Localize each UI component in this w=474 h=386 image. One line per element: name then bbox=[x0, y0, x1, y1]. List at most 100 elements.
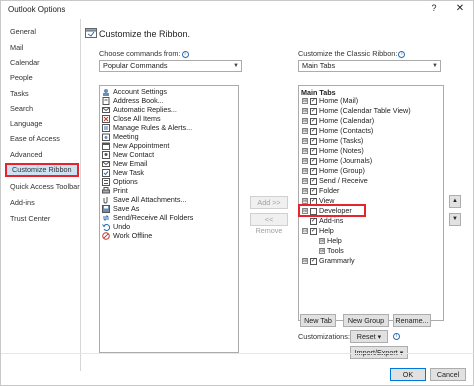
tree-node-send-receive[interactable]: ⊞ ✓ Send / Receive bbox=[302, 176, 368, 186]
help-button[interactable]: ? bbox=[427, 3, 441, 13]
checkbox-checked[interactable]: ✓ bbox=[310, 177, 317, 185]
tree-node-home-journals[interactable]: ⊞ ✓ Home (Journals) bbox=[302, 156, 372, 166]
new-group-button[interactable]: New Group bbox=[343, 314, 389, 327]
sidebar-item-calendar[interactable]: Calendar bbox=[3, 56, 79, 70]
expand-icon[interactable]: ⊞ bbox=[319, 238, 325, 245]
info-icon: i bbox=[393, 333, 400, 340]
tree-node-add-ins[interactable]: ✓ Add-ins bbox=[310, 216, 343, 226]
sidebar-item-general[interactable]: General bbox=[3, 25, 79, 39]
tree-node-folder[interactable]: ⊞ ✓ Folder bbox=[302, 186, 339, 196]
tree-node-grammarly[interactable]: ⊞ ✓ Grammarly bbox=[302, 256, 355, 266]
expand-icon[interactable]: ⊞ bbox=[302, 158, 308, 165]
expand-icon[interactable]: ⊞ bbox=[319, 248, 325, 255]
collapse-icon[interactable]: ⊟ bbox=[302, 228, 308, 235]
list-item[interactable]: New Contact bbox=[102, 150, 154, 159]
checkbox-checked[interactable]: ✓ bbox=[310, 117, 317, 125]
tree-node-help[interactable]: ⊟ ✓ Help bbox=[302, 226, 334, 236]
list-item[interactable]: Print bbox=[102, 186, 128, 195]
list-item[interactable]: Save All Attachments... bbox=[102, 195, 187, 204]
automatic-replies-icon bbox=[102, 106, 110, 114]
customize-ribbon-icon bbox=[85, 28, 97, 38]
tree-node-home-notes[interactable]: ⊞ ✓ Home (Notes) bbox=[302, 146, 364, 156]
tree-node-help-group[interactable]: ⊞ Help bbox=[319, 236, 342, 246]
checkbox-checked[interactable]: ✓ bbox=[310, 217, 317, 225]
checkbox-checked[interactable]: ✓ bbox=[310, 127, 317, 135]
attachments-icon bbox=[102, 196, 110, 204]
developer-highlight-frame bbox=[298, 204, 366, 217]
sidebar-item-ease-of-access[interactable]: Ease of Access bbox=[3, 132, 79, 146]
checkbox-checked[interactable]: ✓ bbox=[310, 147, 317, 155]
sidebar-item-trust-center[interactable]: Trust Center bbox=[3, 212, 79, 226]
expand-icon[interactable]: ⊞ bbox=[302, 258, 308, 265]
rename-button[interactable]: Rename... bbox=[393, 314, 431, 327]
list-item[interactable]: Save As bbox=[102, 204, 139, 213]
checkbox-checked[interactable]: ✓ bbox=[310, 257, 317, 265]
customize-ribbon-select[interactable]: Main Tabs ▼ bbox=[298, 60, 441, 72]
list-item[interactable]: New Appointment bbox=[102, 141, 169, 150]
sidebar-item-quick-access-toolbar[interactable]: Quick Access Toolbar bbox=[3, 180, 80, 194]
list-item[interactable]: Work Offline bbox=[102, 231, 152, 240]
list-item[interactable]: Close All Items bbox=[102, 114, 161, 123]
new-tab-button[interactable]: New Tab bbox=[300, 314, 336, 327]
list-item[interactable]: Send/Receive All Folders bbox=[102, 213, 193, 222]
list-item[interactable]: Account Settings bbox=[102, 87, 167, 96]
customize-ribbon-label: Customize the Classic Ribbon: i bbox=[298, 49, 406, 58]
expand-icon[interactable]: ⊞ bbox=[302, 188, 308, 195]
sidebar-item-language[interactable]: Language bbox=[3, 117, 79, 131]
commands-list[interactable]: Account Settings Address Book... Automat… bbox=[99, 85, 239, 353]
list-item[interactable]: Undo bbox=[102, 222, 130, 231]
ok-button[interactable]: OK bbox=[390, 368, 426, 381]
expand-icon[interactable]: ⊞ bbox=[302, 98, 308, 105]
list-item[interactable]: Meeting bbox=[102, 132, 139, 141]
tree-node-home-mail[interactable]: ⊞ ✓ Home (Mail) bbox=[302, 96, 358, 106]
checkbox-checked[interactable]: ✓ bbox=[310, 137, 317, 145]
add-button[interactable]: Add >> bbox=[250, 196, 288, 209]
footer-divider bbox=[1, 353, 474, 354]
sidebar-item-mail[interactable]: Mail bbox=[3, 41, 79, 55]
list-item[interactable]: Manage Rules & Alerts... bbox=[102, 123, 192, 132]
sidebar-item-add-ins[interactable]: Add-ins bbox=[3, 196, 79, 210]
sidebar-item-tasks[interactable]: Tasks bbox=[3, 87, 79, 101]
expand-icon[interactable]: ⊞ bbox=[302, 108, 308, 115]
sidebar-item-customize-ribbon[interactable]: Customize Ribbon bbox=[5, 163, 79, 177]
tree-node-home-calendar-table[interactable]: ⊞ ✓ Home (Calendar Table View) bbox=[302, 106, 411, 116]
expand-icon[interactable]: ⊞ bbox=[302, 148, 308, 155]
tree-node-home-group[interactable]: ⊞ ✓ Home (Group) bbox=[302, 166, 365, 176]
list-item[interactable]: Automatic Replies... bbox=[102, 105, 177, 114]
work-offline-icon bbox=[102, 231, 110, 240]
info-icon: i bbox=[181, 50, 189, 58]
checkbox-checked[interactable]: ✓ bbox=[310, 187, 317, 195]
task-icon bbox=[102, 168, 110, 177]
list-item[interactable]: New Task bbox=[102, 168, 144, 177]
move-up-button[interactable]: ▲ bbox=[449, 195, 461, 208]
checkbox-checked[interactable]: ✓ bbox=[310, 157, 317, 165]
tree-node-home-contacts[interactable]: ⊞ ✓ Home (Contacts) bbox=[302, 126, 373, 136]
ribbon-tabs-tree[interactable]: Main Tabs ⊞ ✓ Home (Mail) ⊞ ✓ Home (Calendar… bbox=[298, 85, 444, 321]
sidebar-item-people[interactable]: People bbox=[3, 71, 79, 85]
checkbox-checked[interactable]: ✓ bbox=[310, 167, 317, 175]
tree-node-home-calendar[interactable]: ⊞ ✓ Home (Calendar) bbox=[302, 116, 374, 126]
choose-commands-select[interactable]: Popular Commands ▼ bbox=[99, 60, 242, 72]
close-all-items-icon bbox=[102, 114, 110, 123]
expand-icon[interactable]: ⊞ bbox=[302, 168, 308, 175]
remove-button[interactable]: << Remove bbox=[250, 213, 288, 235]
close-button[interactable]: ✕ bbox=[453, 3, 467, 14]
sidebar-item-advanced[interactable]: Advanced bbox=[3, 148, 79, 162]
expand-icon[interactable]: ⊞ bbox=[302, 128, 308, 135]
checkbox-checked[interactable]: ✓ bbox=[310, 97, 317, 105]
list-item[interactable]: Address Book... bbox=[102, 96, 164, 105]
expand-icon[interactable]: ⊞ bbox=[302, 138, 308, 145]
save-as-icon bbox=[102, 204, 110, 213]
reset-button[interactable]: Reset ▾ bbox=[350, 330, 388, 343]
expand-icon[interactable]: ⊞ bbox=[302, 178, 308, 185]
sidebar-item-search[interactable]: Search bbox=[3, 102, 79, 116]
expand-icon[interactable]: ⊞ bbox=[302, 118, 308, 125]
move-down-button[interactable]: ▼ bbox=[449, 213, 461, 226]
tree-node-home-tasks[interactable]: ⊞ ✓ Home (Tasks) bbox=[302, 136, 363, 146]
checkbox-checked[interactable]: ✓ bbox=[310, 107, 317, 115]
list-item[interactable]: New Email bbox=[102, 159, 147, 168]
checkbox-checked[interactable]: ✓ bbox=[310, 227, 317, 235]
list-item[interactable]: Options bbox=[102, 177, 138, 186]
cancel-button[interactable]: Cancel bbox=[430, 368, 466, 381]
tree-node-tools-group[interactable]: ⊞ Tools bbox=[319, 246, 344, 256]
